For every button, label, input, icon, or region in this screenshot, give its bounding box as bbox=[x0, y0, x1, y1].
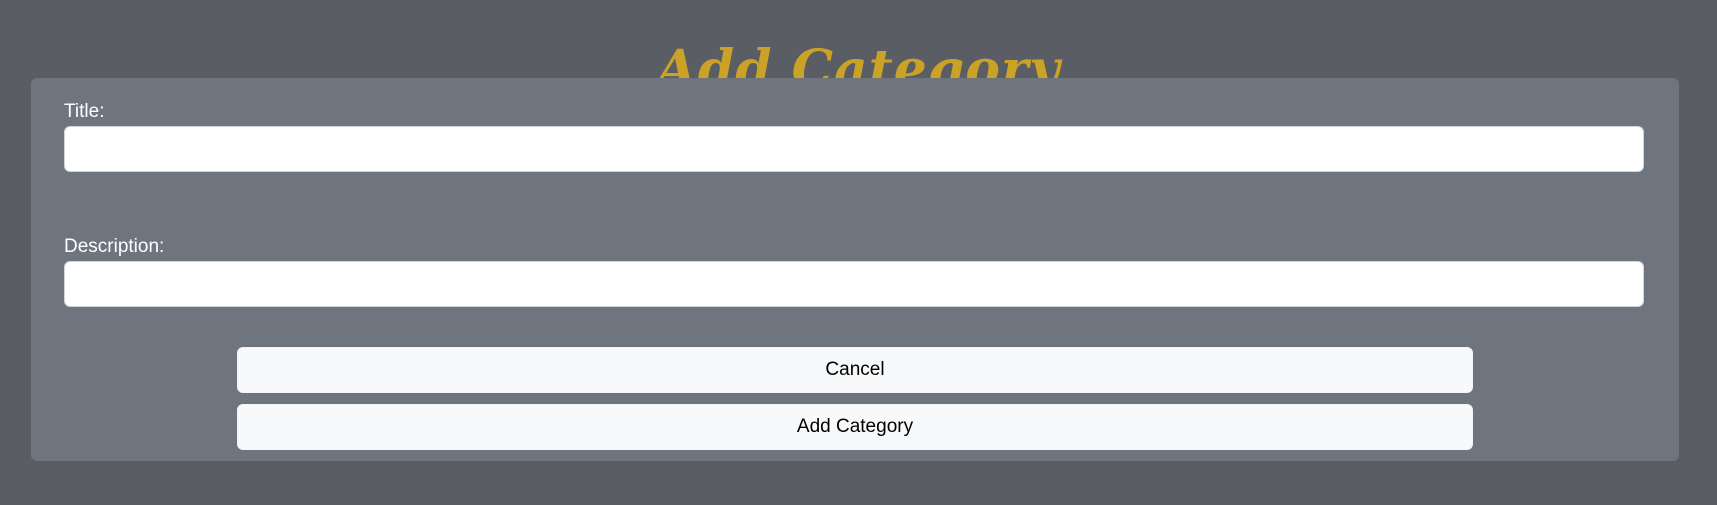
description-label: Description: bbox=[64, 236, 165, 257]
add-category-form: Title: Description: Cancel Add Category bbox=[31, 78, 1679, 461]
cancel-button[interactable]: Cancel bbox=[237, 347, 1473, 393]
description-input[interactable] bbox=[64, 261, 1644, 307]
title-input[interactable] bbox=[64, 126, 1644, 172]
title-label: Title: bbox=[64, 101, 105, 122]
add-category-button[interactable]: Add Category bbox=[237, 404, 1473, 450]
